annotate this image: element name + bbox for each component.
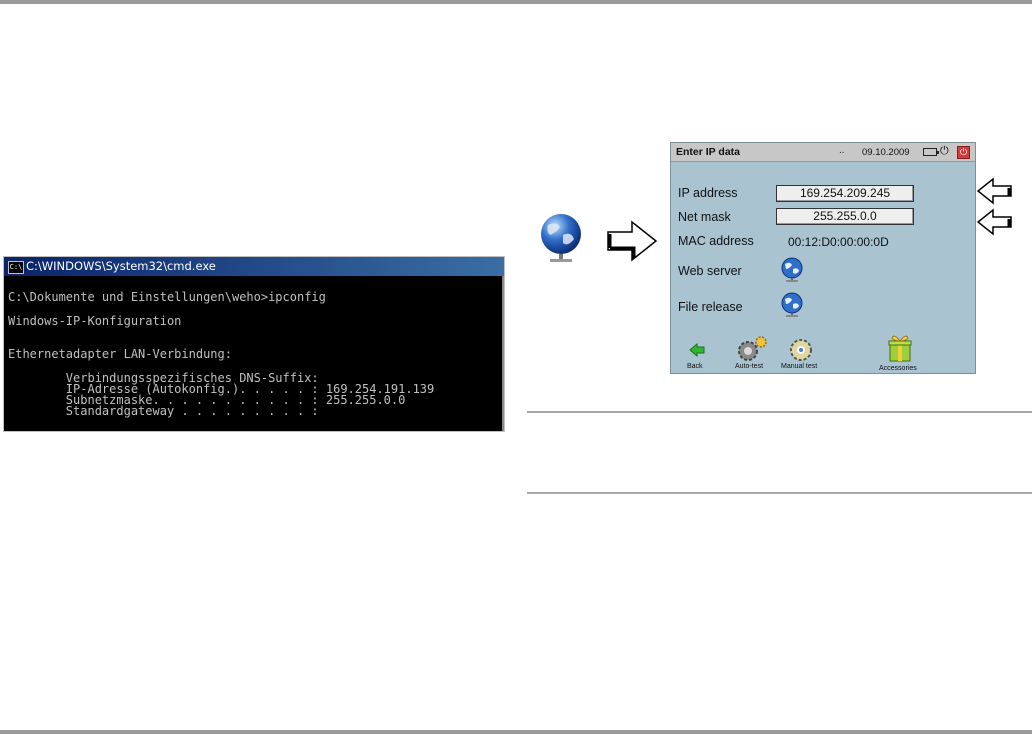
back-button[interactable]: Back (685, 341, 715, 373)
mac-address-label: MAC address (678, 234, 754, 248)
cmd-output[interactable]: C:\Dokumente und Einstellungen\weho>ipco… (4, 276, 504, 431)
net-mask-label: Net mask (678, 210, 731, 224)
gear-icon (738, 336, 767, 361)
device-screen: Enter IP data .. 09.10.2009 ⏻ ⏻ IP addre… (670, 142, 976, 374)
back-label: Back (687, 363, 703, 370)
accessories-label: Accessories (879, 365, 917, 372)
power-icon[interactable]: ⏻ (957, 146, 970, 159)
accessories-button[interactable]: Accessories (875, 333, 923, 373)
cmd-title: C:\WINDOWS\System32\cmd.exe (26, 259, 216, 273)
bottom-rule (0, 730, 1032, 734)
divider (527, 411, 1032, 413)
back-arrow-icon (689, 343, 705, 357)
manual-test-label: Manual test (781, 363, 818, 370)
cmd-line: Standardgateway . . . . . . . . . : (8, 404, 319, 418)
gift-icon (888, 335, 912, 362)
ip-address-label: IP address (678, 186, 738, 200)
cmd-scrollbar[interactable] (502, 276, 504, 431)
device-date: 09.10.2009 (862, 147, 910, 158)
network-globe-icon (541, 214, 581, 262)
cmd-title-bar: C:\ C:\WINDOWS\System32\cmd.exe (4, 257, 504, 276)
arrow-right-icon (607, 220, 658, 262)
manual-test-button[interactable]: Manual test (779, 335, 823, 373)
device-title-bar: Enter IP data .. 09.10.2009 ⏻ ⏻ (671, 143, 975, 162)
cmd-window: C:\ C:\WINDOWS\System32\cmd.exe C:\Dokum… (3, 256, 505, 432)
arrow-left-icon (977, 177, 1012, 205)
divider (527, 492, 1032, 494)
cmd-line: Windows-IP-Konfiguration (8, 314, 182, 328)
file-release-label: File release (678, 300, 743, 314)
mac-address-value: 00:12:D0:00:00:0D (788, 235, 889, 249)
ip-address-field[interactable]: 169.254.209.245 (776, 185, 914, 202)
plug-icon: ⏻ (940, 145, 949, 157)
file-release-globe-icon[interactable] (779, 292, 805, 318)
net-mask-field[interactable]: 255.255.0.0 (776, 208, 914, 225)
arrow-left-icon (977, 208, 1012, 236)
cmd-icon: C:\ (8, 261, 24, 274)
web-server-globe-icon[interactable] (779, 257, 805, 283)
device-title: Enter IP data (676, 146, 740, 158)
top-rule (0, 0, 1032, 4)
cmd-line: Ethernetadapter LAN-Verbindung: (8, 347, 232, 361)
device-dots: .. (839, 145, 845, 156)
auto-test-label: Auto-test (735, 363, 764, 370)
web-server-label: Web server (678, 264, 742, 278)
auto-test-button[interactable]: Auto-test (733, 335, 773, 373)
battery-icon (923, 148, 939, 156)
cmd-line: C:\Dokumente und Einstellungen\weho>ipco… (8, 290, 326, 304)
gear-icon (790, 339, 812, 361)
